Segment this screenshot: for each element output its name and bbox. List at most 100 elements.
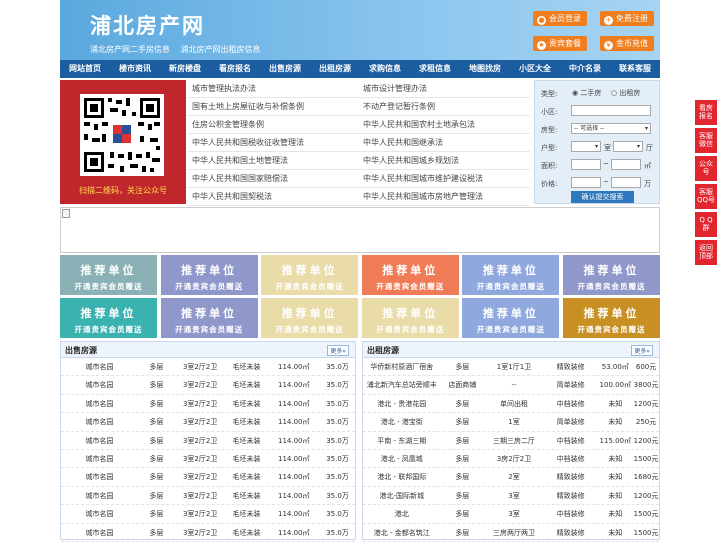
price-min-input[interactable] — [571, 177, 601, 188]
listing-row[interactable]: 港北 - 联邦国际 多层 2室 精致装修 未知 1680元 — [363, 468, 659, 487]
listing-name[interactable]: 港北 - 凤凰城 — [363, 450, 440, 467]
listing-name[interactable]: 城市名园 — [61, 358, 138, 375]
nav-new-homes[interactable]: 新房楼盘 — [160, 60, 210, 78]
listing-name[interactable]: 港北 - 港宝街 — [363, 413, 440, 430]
listing-row[interactable]: 港北 - 贵港花园 多层 单间出租 中档装修 未知 1200元 — [363, 395, 659, 414]
recommended-unit-tile[interactable]: 推荐单位 开通贵宾会员赠送 — [563, 255, 660, 295]
type-radio-secondhand[interactable]: ◉ 二手房 — [572, 88, 601, 98]
law-link[interactable]: 中华人民共和国税收征收管理法 — [188, 134, 359, 151]
listing-name[interactable]: 港北 - 金都名筑江 — [363, 524, 440, 541]
nav-communities[interactable]: 小区大全 — [510, 60, 560, 78]
recommended-unit-tile[interactable]: 推荐单位 开通贵宾会员赠送 — [361, 255, 459, 295]
law-link[interactable]: 中华人民共和国国家赔偿法 — [188, 170, 359, 187]
listing-name[interactable]: 城市名园 — [61, 468, 138, 485]
listing-name[interactable]: 港北 — [363, 505, 440, 522]
sidebar-service-wechat[interactable]: 客服 微信 — [695, 128, 717, 153]
price-max-input[interactable] — [611, 177, 641, 188]
room-select[interactable]: ▾ — [571, 141, 601, 152]
listing-name[interactable]: 浦北新汽车总站旁顺丰 — [363, 376, 440, 393]
law-link[interactable]: 城市设计管理办法 — [359, 80, 530, 97]
law-link[interactable]: 中华人民共和国城市房地产管理法 — [359, 188, 530, 205]
listing-name[interactable]: 城市名园 — [61, 505, 138, 522]
listing-name[interactable]: 城市名园 — [61, 524, 138, 541]
listing-row[interactable]: 浦北新汽车总站旁顺丰 店面商铺 -- 简单装修 100.00㎡ 3800元 — [363, 376, 659, 395]
law-link[interactable]: 中华人民共和国城市维护建设税法 — [359, 170, 530, 187]
nav-home[interactable]: 网站首页 — [60, 60, 110, 78]
recommended-unit-tile[interactable]: 推荐单位 开通贵宾会员赠送 — [160, 298, 258, 338]
listing-row[interactable]: 城市名园 多层 3室2厅2卫 毛坯未装 114.00㎡ 35.0万 — [61, 413, 355, 432]
nav-for-rent[interactable]: 出租房源 — [310, 60, 360, 78]
nav-want-buy[interactable]: 求购信息 — [360, 60, 410, 78]
listing-name[interactable]: 港北-国际新城 — [363, 487, 440, 504]
listing-row[interactable]: 城市名园 多层 3室2厅2卫 毛坯未装 114.00㎡ 35.0万 — [61, 468, 355, 487]
listing-name[interactable]: 华侨新村原酒厂宿舍 — [363, 358, 440, 375]
subtitle-rent[interactable]: 浦北房产网出租房信息 — [181, 45, 261, 54]
listing-name[interactable]: 平南 - 东湖三期 — [363, 432, 440, 449]
recommended-unit-tile[interactable]: 推荐单位 开通贵宾会员赠送 — [60, 298, 157, 338]
listing-name[interactable]: 港北 - 联邦国际 — [363, 468, 440, 485]
law-link[interactable]: 中华人民共和国土地管理法 — [188, 152, 359, 169]
listing-row[interactable]: 城市名园 多层 3室2厅2卫 毛坯未装 114.00㎡ 35.0万 — [61, 376, 355, 395]
law-link[interactable]: 不动产登记暂行条例 — [359, 98, 530, 115]
listing-row[interactable]: 城市名园 多层 3室2厅2卫 毛坯未装 114.00㎡ 35.0万 — [61, 450, 355, 469]
recommended-unit-tile[interactable]: 推荐单位 开通贵宾会员赠送 — [563, 298, 660, 338]
listing-row[interactable]: 城市名园 多层 3室2厅2卫 毛坯未装 114.00㎡ 35.0万 — [61, 505, 355, 524]
law-link[interactable]: 中华人民共和国城乡规划法 — [359, 152, 530, 169]
listing-row[interactable]: 城市名园 多层 3室2厅2卫 毛坯未装 114.00㎡ 35.0万 — [61, 395, 355, 414]
listing-row[interactable]: 城市名园 多层 3室2厅2卫 毛坯未装 114.00㎡ 35.0万 — [61, 432, 355, 450]
nav-map-search[interactable]: 地图找房 — [460, 60, 510, 78]
subtitle-secondhand[interactable]: 浦北房产网二手房信息 — [90, 45, 170, 54]
listing-name[interactable]: 城市名园 — [61, 395, 138, 412]
type-radio-rent[interactable]: ○ 出租房 — [611, 88, 640, 98]
sidebar-back-to-top[interactable]: 返回 顶部 — [695, 240, 717, 265]
banner-image-placeholder[interactable] — [60, 207, 660, 253]
law-link[interactable]: 城市管理执法办法 — [188, 80, 359, 97]
community-input[interactable] — [571, 105, 651, 116]
listing-row[interactable]: 港北 - 金都名筑江 多层 三房两厅两卫 精致装修 未知 1500元 — [363, 524, 659, 542]
recommended-unit-tile[interactable]: 推荐单位 开通贵宾会员赠送 — [462, 255, 560, 295]
recommended-unit-tile[interactable]: 推荐单位 开通贵宾会员赠送 — [462, 298, 560, 338]
area-min-input[interactable] — [571, 159, 601, 170]
nav-viewing-signup[interactable]: 看房报名 — [210, 60, 260, 78]
listing-name[interactable]: 城市名园 — [61, 450, 138, 467]
listing-row[interactable]: 平南 - 东湖三期 多层 三期三房二厅 中档装修 115.00㎡ 1200元 — [363, 432, 659, 450]
nav-agents[interactable]: 中介名录 — [560, 60, 610, 78]
law-link[interactable]: 中华人民共和国契税法 — [188, 188, 359, 205]
listing-name[interactable]: 城市名园 — [61, 432, 138, 449]
area-max-input[interactable] — [611, 159, 641, 170]
nav-news[interactable]: 楼市资讯 — [110, 60, 160, 78]
nav-want-rent[interactable]: 求租信息 — [410, 60, 460, 78]
sidebar-qq-group[interactable]: Q Q群 — [695, 212, 717, 237]
law-link[interactable]: 国有土地上房屋征收与补偿条例 — [188, 98, 359, 115]
recommended-unit-tile[interactable]: 推荐单位 开通贵宾会员赠送 — [261, 255, 359, 295]
rent-more-link[interactable]: 更多» — [631, 345, 653, 356]
sale-more-link[interactable]: 更多» — [327, 345, 349, 356]
listing-row[interactable]: 城市名园 多层 3室2厅2卫 毛坯未装 114.00㎡ 35.0万 — [61, 487, 355, 506]
listing-row[interactable]: 华侨新村原酒厂宿舍 多层 1室1厅1卫 精致装修 53.00㎡ 600元 — [363, 358, 659, 377]
member-login-button[interactable]: ● 会员登录 — [533, 11, 587, 26]
listing-name[interactable]: 城市名园 — [61, 413, 138, 430]
law-link[interactable]: 中华人民共和国农村土地承包法 — [359, 116, 530, 133]
recommended-unit-tile[interactable]: 推荐单位 开通贵宾会员赠送 — [160, 255, 258, 295]
sidebar-viewing-signup[interactable]: 看房 报名 — [695, 100, 717, 125]
listing-name[interactable]: 城市名园 — [61, 487, 138, 504]
listing-name[interactable]: 城市名园 — [61, 376, 138, 393]
free-register-button[interactable]: + 免费注册 — [600, 11, 654, 26]
recommended-unit-tile[interactable]: 推荐单位 开通贵宾会员赠送 — [60, 255, 157, 295]
listing-row[interactable]: 城市名园 多层 3室2厅2卫 毛坯未装 114.00㎡ 35.0万 — [61, 358, 355, 377]
listing-row[interactable]: 港北 多层 3室 中档装修 未知 1500元 — [363, 505, 659, 524]
nav-for-sale[interactable]: 出售房源 — [260, 60, 310, 78]
housetype-select[interactable]: -- 可选择 -- ▾ — [571, 123, 651, 134]
site-logo[interactable]: 浦北房产网 — [90, 10, 205, 40]
recommended-unit-tile[interactable]: 推荐单位 开通贵宾会员赠送 — [261, 298, 359, 338]
hall-select[interactable]: ▾ — [613, 141, 643, 152]
coin-recharge-button[interactable]: ¥ 金币充值 — [600, 36, 654, 51]
listing-name[interactable]: 港北 - 贵港花园 — [363, 395, 440, 412]
listing-row[interactable]: 港北-国际新城 多层 3室 精致装修 未知 1200元 — [363, 487, 659, 506]
vip-package-button[interactable]: ★ 贵宾套餐 — [533, 36, 587, 51]
sidebar-service-qq[interactable]: 客服 QQ号 — [695, 184, 717, 209]
nav-contact[interactable]: 联系客服 — [610, 60, 660, 78]
sidebar-official-account[interactable]: 公众号 — [695, 156, 717, 181]
law-link[interactable]: 住房公积金管理条例 — [188, 116, 359, 133]
law-link[interactable]: 中华人民共和国继承法 — [359, 134, 530, 151]
